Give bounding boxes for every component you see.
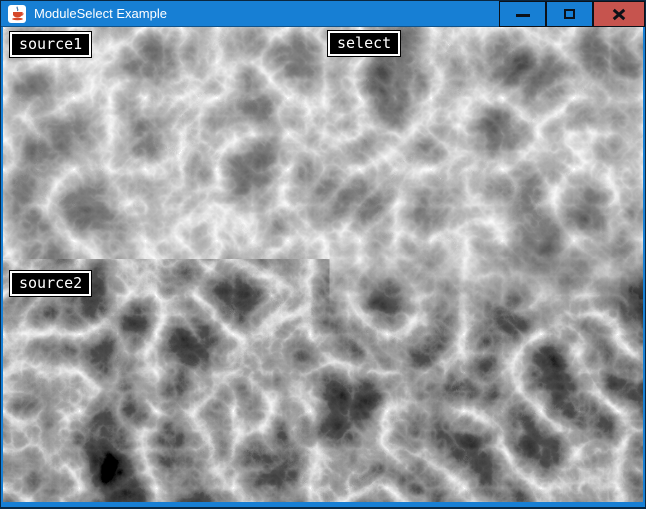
source2-inset	[3, 264, 323, 502]
close-icon	[612, 8, 626, 20]
noise-render-canvas: source1 select source2	[3, 27, 643, 502]
minimize-icon	[516, 14, 530, 17]
label-select: select	[328, 31, 400, 56]
app-window: ModuleSelect Example	[0, 0, 646, 509]
label-source1: source1	[10, 32, 91, 57]
titlebar[interactable]: ModuleSelect Example	[1, 1, 645, 27]
window-controls	[499, 1, 645, 27]
noise-render	[3, 27, 643, 502]
maximize-button[interactable]	[546, 1, 593, 27]
close-button[interactable]	[593, 1, 645, 27]
java-coffee-cup-icon	[8, 5, 26, 23]
label-source2: source2	[10, 271, 91, 296]
window-title: ModuleSelect Example	[34, 6, 499, 21]
source1-inset	[3, 27, 323, 264]
minimize-button[interactable]	[499, 1, 546, 27]
maximize-icon	[564, 9, 575, 19]
